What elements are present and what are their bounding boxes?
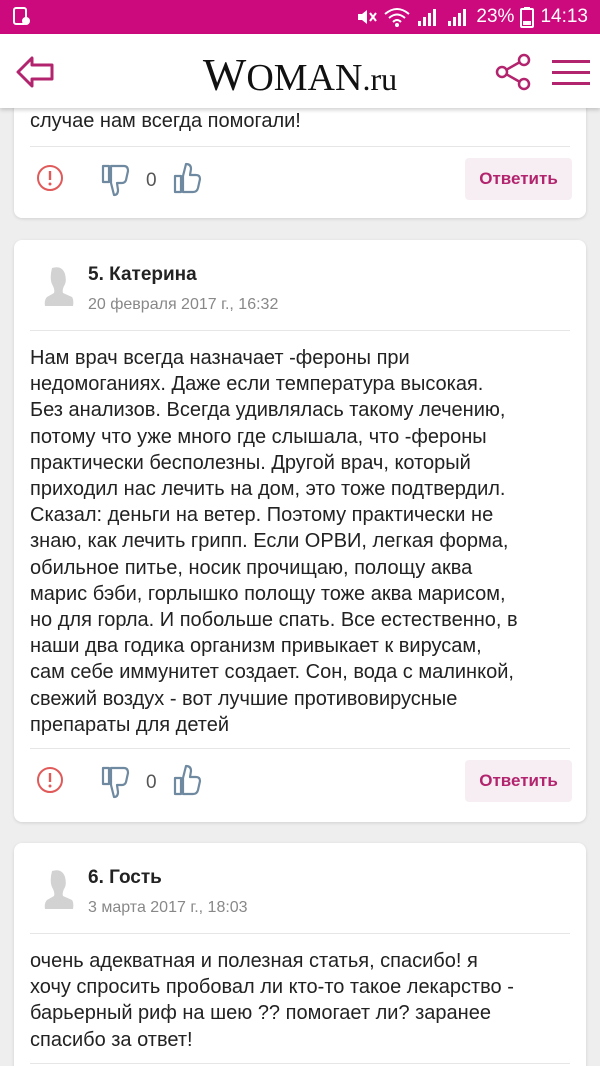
dislike-icon[interactable] <box>100 764 132 800</box>
battery-icon <box>520 7 535 28</box>
comment-card: случае нам всегда помогали! 0 Ответить <box>14 92 586 218</box>
clock: 14:13 <box>540 6 588 27</box>
text-line: свежий воздух - вот лучшие противовирусн… <box>30 687 458 710</box>
comment-text: очень адекватная и полезная статья, спас… <box>30 948 570 1053</box>
text-line: марис бэби, горлышко полощу тоже аква ма… <box>30 582 506 605</box>
text-line: практически бесполезны. Другой врач, кот… <box>30 451 471 474</box>
status-bar: 23% 14:13 <box>0 0 600 34</box>
signal-icon <box>418 9 437 26</box>
like-icon[interactable] <box>172 160 206 196</box>
comment-actions: 0 Ответить <box>14 754 586 814</box>
text-line: препараты для детей <box>30 713 230 736</box>
avatar-icon <box>44 267 74 306</box>
comment-author: 6. Гость <box>88 867 162 888</box>
mute-icon <box>358 10 378 24</box>
comment-text: Нам врач всегда назначает -фероны при не… <box>30 345 570 738</box>
avatar-icon <box>44 870 74 909</box>
text-line: потому что уже много где слышала, что -ф… <box>30 425 487 448</box>
like-icon[interactable] <box>172 762 206 798</box>
text-line: знаю, как лечить грипп. Если ОРВИ, легка… <box>30 530 509 553</box>
divider <box>30 146 570 147</box>
comment-text: случае нам всегда помогали! <box>30 110 301 132</box>
vote-count: 0 <box>146 772 157 793</box>
reply-button[interactable]: Ответить <box>465 760 572 802</box>
comment-actions: 0 Ответить <box>14 152 586 212</box>
vote-count: 0 <box>146 170 157 191</box>
comment-card: 6. Гость 3 марта 2017 г., 18:03 очень ад… <box>14 843 586 1066</box>
text-line: приходил нас лечить на дом, это тоже под… <box>30 478 506 501</box>
report-icon[interactable] <box>36 766 64 794</box>
text-line: Сказал: деньги на ветер. Поэтому практич… <box>30 504 494 527</box>
text-line: но для горла. И побольше спать. Все есте… <box>30 609 518 632</box>
divider <box>30 748 570 749</box>
comment-author: 5. Катерина <box>88 264 197 285</box>
report-icon[interactable] <box>36 164 64 192</box>
app-bar: WOMAN.ru <box>0 34 600 108</box>
wifi-icon <box>384 8 411 27</box>
text-line: хочу спросить пробовал ли кто-то такое л… <box>30 976 514 999</box>
text-line: спасибо за ответ! <box>30 1028 193 1051</box>
app-notification-icon <box>13 7 30 25</box>
comment-date: 20 февраля 2017 г., 16:32 <box>88 296 279 313</box>
text-line: обильное питье, носик прочищаю, полощу а… <box>30 556 473 579</box>
text-line: барьерный риф на шею ?? помогает ли? зар… <box>30 1002 491 1025</box>
divider <box>30 330 570 331</box>
comment-card: 5. Катерина 20 февраля 2017 г., 16:32 На… <box>14 240 586 822</box>
text-line: наши два годика организм привыкает к вир… <box>30 635 482 658</box>
menu-icon[interactable] <box>550 56 592 88</box>
reply-button[interactable]: Ответить <box>465 158 572 200</box>
text-line: Без анализов. Всегда удивлялась такому л… <box>30 399 506 422</box>
text-line: Нам врач всегда назначает -фероны при <box>30 347 410 369</box>
battery-percent: 23% <box>476 6 515 27</box>
comment-date: 3 марта 2017 г., 18:03 <box>88 899 248 916</box>
text-line: очень адекватная и полезная статья, спас… <box>30 950 478 972</box>
divider <box>30 933 570 934</box>
text-line: недомоганиях. Даже если температура высо… <box>30 373 484 396</box>
divider <box>30 1063 570 1064</box>
text-line: сам себе иммунитет создает. Сон, вода с … <box>30 661 514 684</box>
dislike-icon[interactable] <box>100 162 132 198</box>
signal-icon-2 <box>448 9 467 26</box>
share-icon[interactable] <box>494 52 534 92</box>
